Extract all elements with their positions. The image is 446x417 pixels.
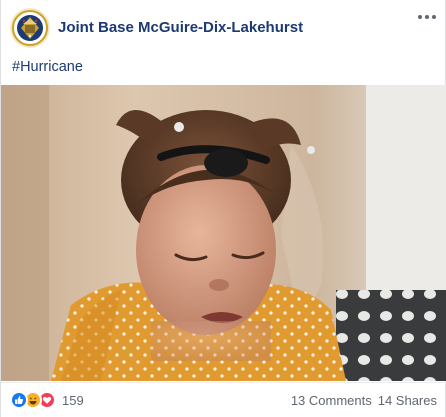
comments-link[interactable]: 13 Comments	[291, 393, 372, 408]
dot-icon	[432, 15, 436, 19]
page-name-link[interactable]: Joint Base McGuire-Dix-Lakehurst	[58, 19, 303, 36]
like-icon	[10, 391, 28, 409]
post-photo[interactable]	[1, 85, 446, 381]
dot-icon	[418, 15, 422, 19]
more-options-button[interactable]	[415, 8, 439, 26]
dot-icon	[425, 15, 429, 19]
page-avatar[interactable]	[10, 8, 50, 48]
reactions-summary[interactable]: 159	[10, 391, 84, 409]
shares-link[interactable]: 14 Shares	[378, 393, 437, 408]
post-header: Joint Base McGuire-Dix-Lakehurst	[1, 0, 446, 56]
reaction-count: 159	[62, 392, 84, 408]
facebook-post: Joint Base McGuire-Dix-Lakehurst #Hurric…	[0, 0, 446, 417]
crying-child-photo	[1, 85, 446, 381]
engagement-stats: 13 Comments 14 Shares	[291, 393, 437, 408]
hashtag-link[interactable]: #Hurricane	[12, 59, 83, 75]
post-footer: 159 13 Comments 14 Shares	[1, 382, 446, 417]
base-seal-icon	[10, 8, 50, 48]
